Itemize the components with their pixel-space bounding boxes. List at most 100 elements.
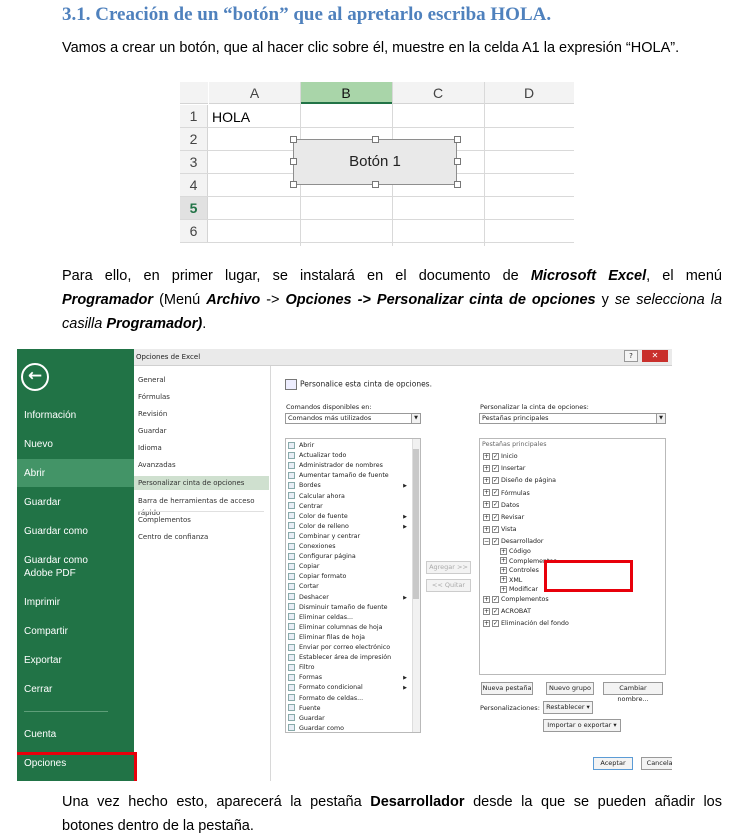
command-item[interactable]: Cortar [288,582,413,592]
column-header-d[interactable]: D [484,82,574,104]
tree-tab-item[interactable]: + ✓ Inicio [483,451,518,463]
vertical-scrollbar[interactable] [412,439,420,732]
command-item[interactable]: Abrir [288,441,413,451]
resize-handle[interactable] [454,136,461,143]
new-tab-button[interactable]: Nueva pestaña [481,682,533,695]
expand-icon[interactable]: + [500,547,507,555]
command-item[interactable]: Fuente [288,704,413,714]
command-item[interactable]: Eliminar filas de hoja [288,633,413,643]
resize-handle[interactable] [454,181,461,188]
resize-handle[interactable] [290,136,297,143]
backstage-item-guardar-como[interactable]: Guardar como [17,525,134,538]
command-item[interactable]: Bordes ▶ [288,481,413,491]
row-header-5[interactable]: 5 [180,197,208,220]
tree-tab-item[interactable]: + ✓ Datos [483,500,519,512]
command-item[interactable]: Eliminar celdas... [288,613,413,623]
backstage-item-imprimir[interactable]: Imprimir [17,596,134,609]
command-item[interactable]: Filtro [288,663,413,673]
command-item[interactable]: Disminuir tamaño de fuente [288,603,413,613]
expand-icon[interactable]: + [483,595,490,603]
command-item[interactable]: Calcular ahora [288,492,413,502]
command-item[interactable]: Eliminar columnas de hoja [288,623,413,633]
checkbox[interactable]: ✓ [492,476,499,484]
expand-icon[interactable]: + [500,576,507,584]
command-item[interactable]: Formato condicional ▶ [288,683,413,693]
checkbox[interactable]: ✓ [492,464,499,472]
rename-button[interactable]: Cambiar nombre... [603,682,663,703]
row-header-1[interactable]: 1 [180,105,208,128]
resize-handle[interactable] [372,136,379,143]
checkbox[interactable]: ✓ [492,595,499,603]
command-item[interactable]: Color de relleno ▶ [288,522,413,532]
nav-item-revision[interactable]: Revisión [134,408,269,420]
expand-icon[interactable]: + [483,452,490,460]
reset-button[interactable]: Restablecer ▾ [543,701,593,714]
resize-handle[interactable] [372,181,379,188]
command-item[interactable]: Formas ▶ [288,673,413,683]
column-header-a[interactable]: A [209,82,300,104]
cancel-button[interactable]: Cancelar [641,757,672,770]
nav-item-idioma[interactable]: Idioma [134,442,269,454]
expand-icon[interactable]: + [483,476,490,484]
checkbox[interactable]: ✓ [492,525,499,533]
checkbox[interactable]: ✓ [492,607,499,615]
expand-icon[interactable]: + [500,566,507,574]
ribbon-tree[interactable]: Pestañas principales + ✓ Inicio + ✓ Insertar +… [479,438,666,675]
checkbox[interactable]: ✓ [492,452,499,460]
boton-1-button[interactable]: Botón 1 [293,139,457,185]
resize-handle[interactable] [290,181,297,188]
nav-item-centro-confianza[interactable]: Centro de confianza [134,531,269,543]
backstage-item-nuevo[interactable]: Nuevo [17,438,134,451]
command-item[interactable]: Enviar por correo electrónico [288,643,413,653]
backstage-item-cerrar[interactable]: Cerrar [17,683,134,696]
command-item[interactable]: Guardar como [288,724,413,732]
scroll-thumb[interactable] [413,449,419,599]
command-item[interactable]: Administrador de nombres [288,461,413,471]
backstage-item-abrir[interactable]: Abrir [17,459,134,487]
command-item[interactable]: Actualizar todo [288,451,413,461]
command-item[interactable]: Copiar [288,562,413,572]
checkbox[interactable]: ✓ [492,501,499,509]
tree-tab-item[interactable]: + ✓ ACROBAT [483,606,531,618]
command-item[interactable]: Combinar y centrar [288,532,413,542]
column-header-b[interactable]: B [300,82,392,104]
new-group-button[interactable]: Nuevo grupo [546,682,594,695]
nav-item-formulas[interactable]: Fórmulas [134,391,269,403]
import-export-button[interactable]: Importar o exportar ▾ [543,719,621,732]
expand-icon[interactable]: + [483,464,490,472]
ribbon-dropdown[interactable]: Pestañas principales ▼ [479,413,666,424]
expand-icon[interactable]: + [483,513,490,521]
command-item[interactable]: Centrar [288,502,413,512]
expand-icon[interactable]: + [483,489,490,497]
command-item[interactable]: Establecer área de impresión [288,653,413,663]
row-header-4[interactable]: 4 [180,174,208,197]
resize-handle[interactable] [290,158,297,165]
nav-item-avanzadas[interactable]: Avanzadas [134,459,269,471]
expand-icon[interactable]: + [483,619,490,627]
backstage-item-exportar[interactable]: Exportar [17,654,134,667]
command-item[interactable]: Color de fuente ▶ [288,512,413,522]
backstage-item-compartir[interactable]: Compartir [17,625,134,638]
backstage-item-guardar[interactable]: Guardar [17,496,134,509]
expand-icon[interactable]: + [483,501,490,509]
backstage-item-guardar-pdf[interactable]: Guardar como Adobe PDF [17,554,107,580]
expand-icon[interactable]: + [483,525,490,533]
row-header-2[interactable]: 2 [180,128,208,151]
close-button[interactable]: ✕ [642,350,668,362]
tree-tab-item[interactable]: + ✓ Insertar [483,463,526,475]
command-item[interactable]: Configurar página [288,552,413,562]
tree-tab-item[interactable]: + ✓ Complementos [483,594,549,606]
expand-icon[interactable]: + [483,607,490,615]
checkbox[interactable]: ✓ [492,489,499,497]
checkbox[interactable]: ✓ [492,513,499,521]
backstage-item-cuenta[interactable]: Cuenta [17,728,134,741]
command-item[interactable]: Deshacer ▶ [288,593,413,603]
tree-tab-item[interactable]: + ✓ Revisar [483,512,524,524]
tree-tab-item[interactable]: + ✓ Diseño de página [483,475,556,487]
tree-tab-item[interactable]: + ✓ Eliminación del fondo [483,618,569,630]
tree-tab-item[interactable]: + ✓ Vista [483,524,517,536]
commands-dropdown[interactable]: Comandos más utilizados ▼ [285,413,421,424]
add-button[interactable]: Agregar >> [426,561,471,574]
row-header-3[interactable]: 3 [180,151,208,174]
expand-icon[interactable]: + [500,557,507,565]
